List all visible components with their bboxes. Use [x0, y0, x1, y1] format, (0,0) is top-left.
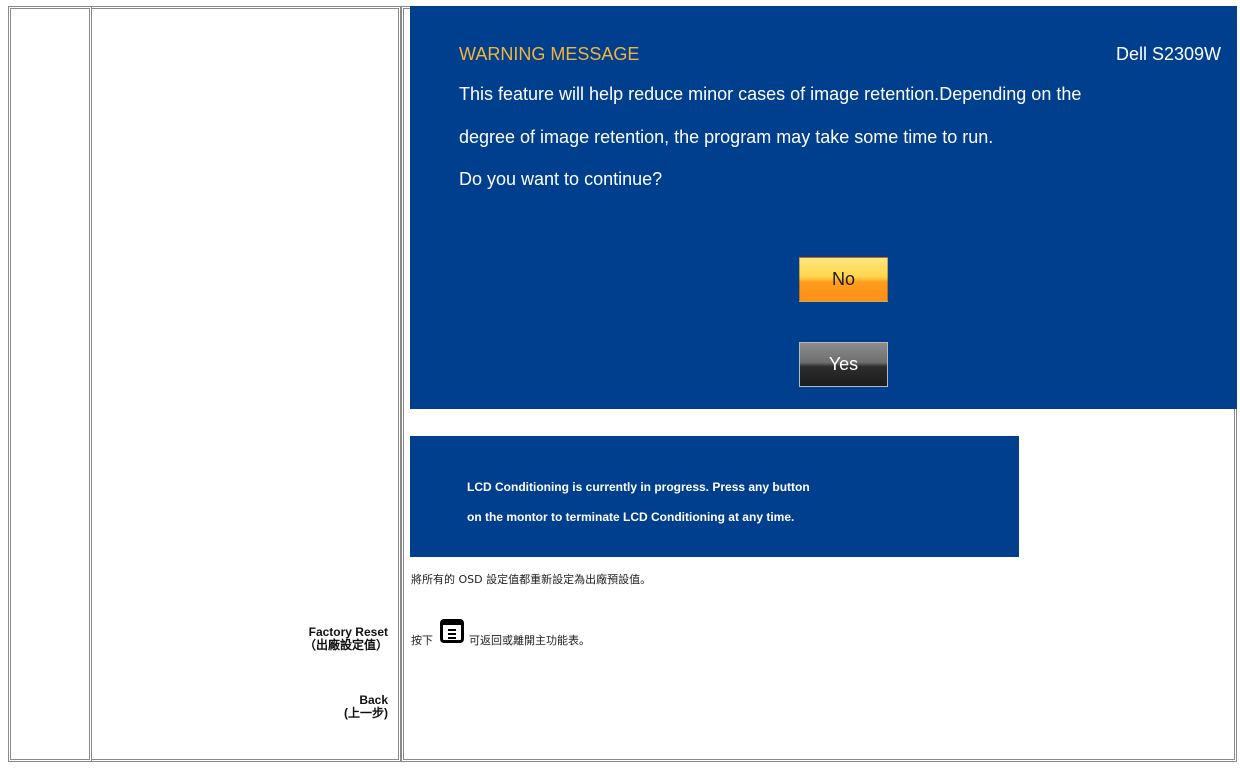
warning-question: Do you want to continue?	[459, 169, 663, 189]
progress-text-line: LCD Conditioning is currently in progres…	[467, 480, 810, 494]
menu-button-icon	[440, 619, 464, 643]
no-button[interactable]: No	[799, 257, 888, 302]
factory-reset-label-zh: （出廠設定值）	[303, 638, 388, 652]
back-label-zh: (上一步)	[344, 706, 388, 720]
back-text-after: 可返回或離開主功能表。	[469, 634, 590, 647]
back-text-before: 按下	[411, 634, 433, 647]
progress-text-line: on the montor to terminate LCD Condition…	[467, 510, 795, 524]
conditioning-progress-screenshot: LCD Conditioning is currently in progres…	[410, 436, 1019, 557]
factory-reset-label: Factory Reset （出廠設定值）	[304, 626, 388, 652]
warning-text-line: This feature will help reduce minor case…	[459, 84, 1082, 104]
warning-title: WARNING MESSAGE	[459, 44, 640, 64]
table-column-1	[8, 6, 92, 762]
yes-button[interactable]: Yes	[799, 342, 888, 387]
monitor-model: Dell S2309W	[1115, 44, 1221, 64]
warning-message-screenshot: WARNING MESSAGE Dell S2309W This feature…	[410, 6, 1237, 409]
factory-reset-description: 將所有的 OSD 設定值都重新設定為出廠預設值。	[411, 573, 652, 586]
warning-text-line: degree of image retention, the program m…	[459, 127, 994, 147]
back-label: Back (上一步)	[344, 694, 388, 720]
